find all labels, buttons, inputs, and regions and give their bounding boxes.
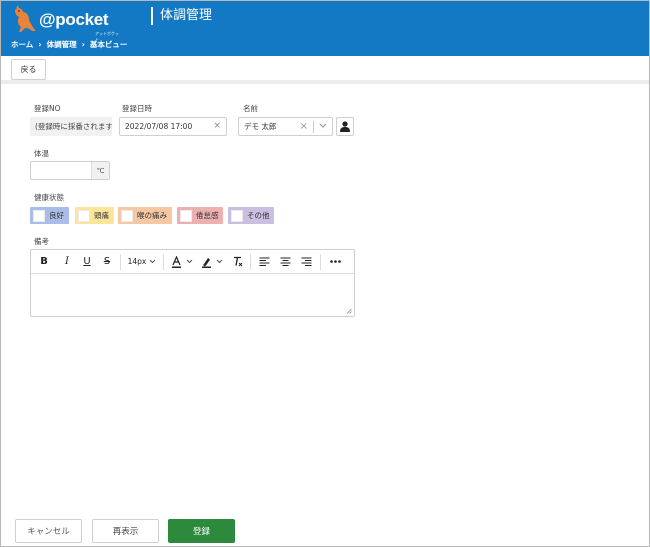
app-logo[interactable]: @pocket アットポケット — [9, 5, 119, 42]
breadcrumb-separator-icon: › — [81, 40, 85, 49]
highlighter-icon — [202, 257, 211, 268]
align-right-button[interactable] — [296, 250, 317, 274]
align-right-icon — [301, 257, 312, 266]
user-picker-button[interactable] — [336, 117, 354, 136]
checkbox[interactable] — [231, 209, 243, 222]
strikethrough-button[interactable]: S — [97, 250, 117, 274]
clear-format-button[interactable] — [227, 250, 247, 274]
reg-date-label: 登録日時 — [122, 104, 152, 113]
temperature-label: 体温 — [34, 149, 49, 158]
back-button[interactable]: 戻る — [11, 59, 46, 80]
health-option-label: 頭痛 — [94, 211, 109, 220]
name-value: デモ 太郎 — [244, 122, 277, 131]
action-toolbar: 戻る — [1, 56, 649, 84]
breadcrumb-separator-icon: › — [38, 40, 42, 49]
register-button[interactable]: 登録 — [168, 519, 235, 543]
page-title: 体調管理 — [151, 7, 212, 25]
clear-name-icon[interactable]: × — [295, 121, 313, 132]
health-label: 健康状態 — [34, 193, 64, 202]
remarks-rich-editor: B I U S 14px — [30, 249, 355, 317]
reg-date-value: 2022/07/08 17:00 — [125, 122, 193, 131]
reg-no-value: (登録時に採番されます — [30, 117, 112, 136]
reg-date-input[interactable]: 2022/07/08 17:00 × — [119, 117, 227, 136]
checkbox[interactable] — [121, 209, 133, 222]
toolbar-divider — [320, 253, 321, 270]
health-option-sore-throat[interactable]: 喉の痛み — [118, 207, 172, 224]
italic-button[interactable]: I — [57, 250, 77, 274]
health-option-label: 倦怠感 — [196, 211, 219, 220]
bold-button[interactable]: B — [31, 250, 57, 274]
name-select[interactable]: デモ 太郎 × — [238, 117, 333, 136]
underline-button[interactable]: U — [77, 250, 97, 274]
align-left-icon — [259, 257, 270, 266]
breadcrumb-app[interactable]: 体調管理 — [47, 39, 77, 50]
chevron-down-icon — [150, 259, 156, 264]
align-center-icon — [280, 257, 291, 266]
resize-handle-icon[interactable] — [346, 308, 352, 314]
health-option-fatigue[interactable]: 倦怠感 — [177, 207, 223, 224]
breadcrumb-view: 基本ビュー — [89, 40, 128, 49]
cancel-button[interactable]: キャンセル — [15, 519, 82, 543]
breadcrumb-home[interactable]: ホーム — [11, 39, 33, 50]
align-left-button[interactable] — [254, 250, 275, 274]
toolbar-divider — [250, 253, 251, 270]
text-color-icon — [172, 255, 181, 268]
more-options-button[interactable] — [324, 250, 346, 274]
align-center-button[interactable] — [275, 250, 296, 274]
text-color-dropdown[interactable] — [167, 250, 197, 274]
font-size-value: 14px — [127, 257, 147, 266]
checkbox[interactable] — [33, 209, 45, 222]
health-option-headache[interactable]: 頭痛 — [75, 207, 114, 224]
health-option-other[interactable]: その他 — [228, 207, 274, 224]
font-size-dropdown[interactable]: 14px — [124, 250, 160, 274]
health-option-label: 良好 — [49, 211, 64, 220]
toolbar-divider — [163, 253, 164, 270]
chevron-down-icon — [186, 259, 193, 264]
name-select-controls: × — [295, 118, 332, 135]
more-horizontal-icon — [329, 260, 341, 263]
chevron-down-icon — [216, 259, 223, 264]
health-option-good[interactable]: 良好 — [30, 207, 69, 224]
person-icon — [340, 121, 350, 132]
health-option-label: 喉の痛み — [137, 211, 167, 220]
checkbox[interactable] — [78, 209, 90, 222]
remarks-label: 備考 — [34, 237, 49, 246]
chevron-down-icon[interactable] — [314, 122, 332, 131]
clear-format-icon — [233, 256, 242, 267]
kangaroo-logo-icon — [15, 5, 36, 32]
remarks-content-area[interactable] — [31, 274, 354, 316]
clear-date-icon[interactable]: × — [213, 121, 221, 131]
editor-toolbar: B I U S 14px — [31, 250, 354, 274]
name-label: 名前 — [243, 104, 258, 113]
highlight-color-dropdown[interactable] — [197, 250, 227, 274]
app-header: @pocket アットポケット 体調管理 ホーム › 体調管理 › 基本ビュー — [1, 1, 649, 56]
breadcrumb: ホーム › 体調管理 › 基本ビュー — [11, 39, 127, 50]
checkbox[interactable] — [180, 209, 192, 222]
temperature-input[interactable]: ℃ — [30, 161, 110, 180]
health-option-label: その他 — [247, 211, 270, 220]
toolbar-divider — [120, 253, 121, 270]
reg-no-label: 登録NO — [34, 104, 61, 113]
temperature-unit: ℃ — [91, 162, 109, 179]
redisplay-button[interactable]: 再表示 — [92, 519, 159, 543]
logo-text: @pocket — [39, 10, 109, 29]
